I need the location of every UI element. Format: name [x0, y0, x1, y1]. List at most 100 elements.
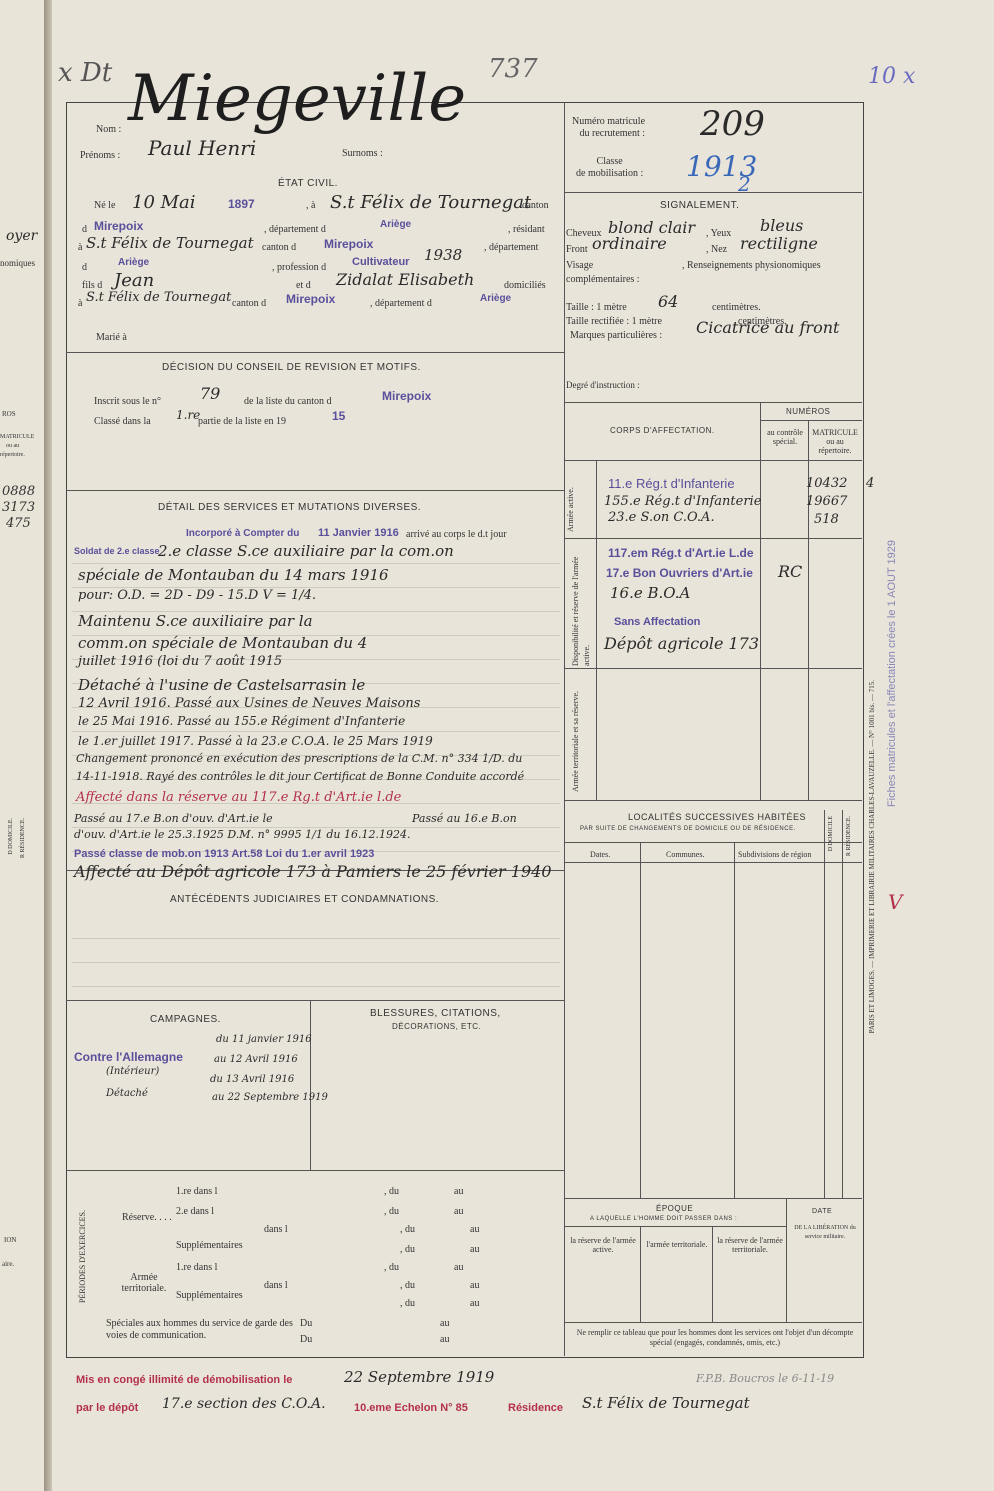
label: Taille : 1 mètre [566, 302, 627, 313]
label: au [440, 1334, 450, 1345]
label: Du [300, 1334, 313, 1345]
incorporation-date: 11 Janvier 1916 [318, 527, 399, 539]
divider [66, 1170, 564, 1171]
divider [564, 538, 862, 539]
divider [310, 1000, 311, 1170]
divider [564, 1226, 786, 1227]
label: 1.re dans l [176, 1262, 218, 1273]
label: , du [384, 1186, 399, 1197]
label: , du [400, 1224, 415, 1235]
label: Supplémentaires [176, 1290, 243, 1301]
label: Né le [94, 200, 116, 211]
label: arrivé au corps le d.t jour [406, 529, 507, 540]
divider [564, 668, 862, 669]
printer-imprint: PARIS ET LIMOGES. — IMPRIMERIE ET LIBRAI… [868, 680, 876, 1034]
divider [564, 192, 862, 193]
marks: Cicatrice au front [696, 318, 840, 337]
label: domiciliés [504, 280, 546, 291]
exercices-side-label: PÉRIODES D'EXERCICES. [78, 1210, 87, 1304]
column-header: Dates. [590, 850, 611, 859]
partie: 1.re [176, 408, 201, 422]
column-header: R RÉSIDENCE. [846, 816, 852, 857]
date-liberation-subtitle: DE LA LIBÉRATION du service militaire. [794, 1225, 856, 1240]
label: et d [296, 280, 311, 291]
birth-place: S.t Félix de Tournegat [330, 192, 532, 213]
left-page-fragment: ION [4, 1236, 17, 1244]
matricule-label: Numéro matricule du recrutement : [572, 116, 646, 139]
label: au [454, 1262, 464, 1273]
list-year: 15 [332, 409, 346, 423]
label: complémentaires : [566, 274, 640, 285]
service-line: comm.on spéciale de Montauban du 4 [78, 634, 368, 652]
rc-mark: RC [778, 562, 803, 581]
label: dans l [264, 1280, 288, 1291]
nose: rectiligne [740, 234, 818, 253]
divider [564, 460, 862, 461]
label: , département [484, 242, 539, 253]
prenoms-label: Prénoms : [80, 150, 121, 161]
grade-label: Soldat de 2.e classe [74, 546, 160, 556]
incorpore-label: Incorporé à Compter du [186, 528, 300, 539]
label: Degré d'instruction : [566, 380, 640, 390]
label: , à [306, 200, 316, 211]
epoque-note: Ne remplir ce tableau que pour les homme… [576, 1328, 854, 1347]
left-page-number: 475 [6, 516, 31, 531]
surnoms-label: Surnoms : [342, 148, 383, 159]
corps-title: CORPS D'AFFECTATION. [610, 426, 715, 435]
service-line: Passé au 16.e B.on [412, 812, 517, 825]
campaign-name: Contre l'Allemagne [74, 1050, 183, 1064]
label: Armée territoriale. [121, 1272, 167, 1294]
label: , résidant [508, 224, 545, 235]
father-name: Jean [114, 270, 155, 291]
matricule-number: 19667 [806, 494, 848, 509]
campaign-date: au 22 Septembre 1919 [212, 1092, 328, 1103]
divider [596, 460, 597, 800]
label: au contrôle spécial. [767, 428, 803, 446]
reference-mark: 737 [488, 54, 538, 84]
service-line: le 1.er juillet 1917. Passé à la 23.e C.… [78, 734, 433, 748]
affectation: Sans Affectation [614, 616, 701, 628]
birth-date: 10 Mai [132, 192, 196, 213]
matricule-number: 518 [814, 512, 839, 527]
service-line: 2.e classe S.ce auxiliaire par la com.on [158, 542, 454, 560]
divider [760, 402, 761, 800]
divider [564, 862, 862, 863]
blessures-subtitle: DÉCORATIONS, ETC. [392, 1022, 482, 1031]
height: 64 [658, 292, 679, 311]
numeros-title: NUMÉROS [786, 407, 831, 416]
service-line: Passé au 17.e B.on d'ouv. d'Art.ie le [74, 812, 273, 825]
matricule-number: 209 [700, 104, 765, 144]
label: Inscrit sous le n° [94, 396, 162, 407]
divider [786, 1198, 787, 1322]
canton-name: Mirepoix [324, 237, 374, 251]
divider [564, 842, 862, 843]
label: au [470, 1244, 480, 1255]
footer-note: F.P.B. Boucros le 6-11-19 [696, 1372, 835, 1385]
label: Visage [566, 260, 594, 271]
profession-year: 1938 [424, 246, 463, 264]
label: Marques particulières : [570, 330, 663, 341]
label: , du [400, 1280, 415, 1291]
label: Taille rectifiée : 1 mètre [566, 316, 662, 327]
divider [66, 352, 564, 353]
service-line: Changement prononcé en exécution des pre… [76, 752, 523, 765]
nom-label: Nom : [96, 124, 122, 135]
service-line: 12 Avril 1916. Passé aux Usines de Neuve… [78, 696, 421, 711]
campaign-date: du 11 janvier 1916 [216, 1034, 312, 1045]
label: Du [300, 1318, 313, 1329]
affectation: 11.e Rég.t d'Infanterie [608, 476, 735, 491]
label: Spéciales aux hommes du service de garde… [106, 1318, 293, 1341]
service-line: Détaché à l'usine de Castelsarrasin le [78, 676, 366, 694]
decision-title: DÉCISION DU CONSEIL DE REVISION ET MOTIF… [162, 362, 421, 373]
birth-year: 1897 [228, 197, 255, 211]
canton-name: Mirepoix [94, 219, 144, 233]
residence-place: S.t Félix de Tournegat [86, 234, 254, 252]
campaign-date: au 12 Avril 1916 [214, 1054, 298, 1065]
label: , département d [370, 298, 432, 309]
label: , profession d [272, 262, 327, 273]
ruled-area [72, 915, 560, 995]
label: dans l [264, 1224, 288, 1235]
service-line: spéciale de Montauban du 14 mars 1916 [78, 566, 389, 584]
left-page-fragment: aire. [2, 1260, 15, 1268]
divider [564, 1322, 862, 1323]
